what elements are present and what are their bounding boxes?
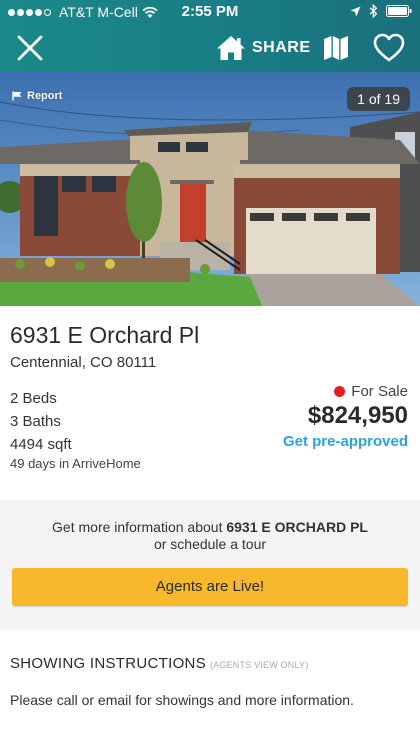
heart-icon [373,33,405,62]
favorite-button[interactable] [373,33,405,63]
battery-icon [386,5,412,17]
listing-price: $824,950 [307,402,408,429]
home-icon [217,36,245,60]
location-arrow-icon [350,6,361,16]
agents-panel: Get more information about 6931 E ORCHAR… [0,500,420,630]
share-label: SHARE [252,39,311,56]
showing-instructions-text: Please call or email for showings and mo… [10,692,354,708]
showing-note: (AGENTS VIEW ONLY) [210,660,309,670]
listing-city: Centennial, CO 80111 [10,354,157,371]
days-on-market: 49 days in ArriveHome [10,456,141,471]
agents-info-text: Get more information about 6931 E ORCHAR… [20,519,400,553]
map-button[interactable] [322,34,350,62]
report-label: Report [27,90,63,102]
header: SHARE [0,24,420,72]
sqft-value: 4494 sqft [10,436,72,453]
info-suffix: or schedule a tour [153,536,267,552]
status-right [350,4,412,18]
close-button[interactable] [16,34,44,62]
share-button[interactable]: SHARE [216,32,311,64]
close-icon [17,35,43,61]
report-button[interactable]: Report [12,90,62,102]
info-prefix: Get more information about [52,519,227,535]
info-address: 6931 E ORCHARD PL [226,519,368,535]
bluetooth-icon [369,4,378,18]
baths-value: 3 Baths [10,413,61,430]
listing-specs: 2 Beds 3 Baths 4494 sqft [10,387,72,456]
status-label: For Sale [351,383,408,400]
status-dot-icon [334,386,346,397]
map-icon [324,36,348,60]
get-preapproved-link[interactable]: Get pre-approved [283,433,408,450]
showing-title: SHOWING INSTRUCTIONS [10,655,206,672]
top-bar: AT&T M-Cell 2:55 PM SHARE [0,0,420,72]
beds-value: 2 Beds [10,390,57,407]
flag-icon [12,91,22,101]
status-bar: AT&T M-Cell 2:55 PM [0,0,420,24]
showing-instructions-heading: SHOWING INSTRUCTIONS (AGENTS VIEW ONLY) [10,655,308,672]
photo-counter: 1 of 19 [347,87,410,111]
listing-address: 6931 E Orchard Pl [10,322,200,348]
agents-live-button[interactable]: Agents are Live! [12,568,408,606]
sale-status: For Sale [334,383,408,400]
